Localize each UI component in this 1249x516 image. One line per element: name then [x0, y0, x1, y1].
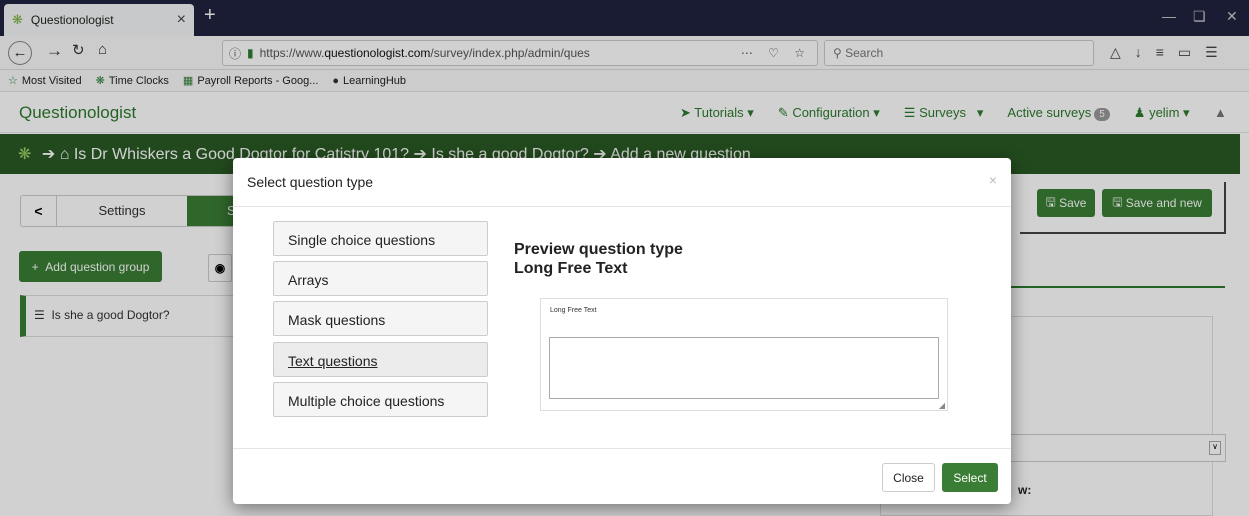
category-single-choice[interactable]: Single choice questions	[273, 221, 488, 256]
preview-heading-text: Preview question type	[514, 241, 683, 258]
category-text[interactable]: Text questions	[273, 342, 488, 377]
resize-handle-icon[interactable]: ◢	[939, 401, 945, 410]
divider	[233, 206, 1011, 207]
preview-textarea[interactable]	[549, 337, 939, 399]
close-icon[interactable]: ×	[989, 172, 997, 188]
preview-label: Long Free Text	[550, 307, 597, 314]
dialog-title: Select question type	[247, 174, 374, 190]
preview-heading: Preview question type Long Free Text	[514, 240, 683, 278]
category-arrays[interactable]: Arrays	[273, 261, 488, 296]
category-multiple-choice[interactable]: Multiple choice questions	[273, 382, 488, 417]
preview-type-name: Long Free Text	[514, 260, 628, 277]
preview-box: Long Free Text ◢	[540, 298, 948, 411]
select-question-type-dialog: Select question type × Single choice que…	[233, 158, 1011, 504]
divider	[233, 448, 1011, 449]
close-button[interactable]: Close	[882, 463, 935, 492]
category-mask[interactable]: Mask questions	[273, 301, 488, 336]
select-button[interactable]: Select	[942, 463, 998, 492]
